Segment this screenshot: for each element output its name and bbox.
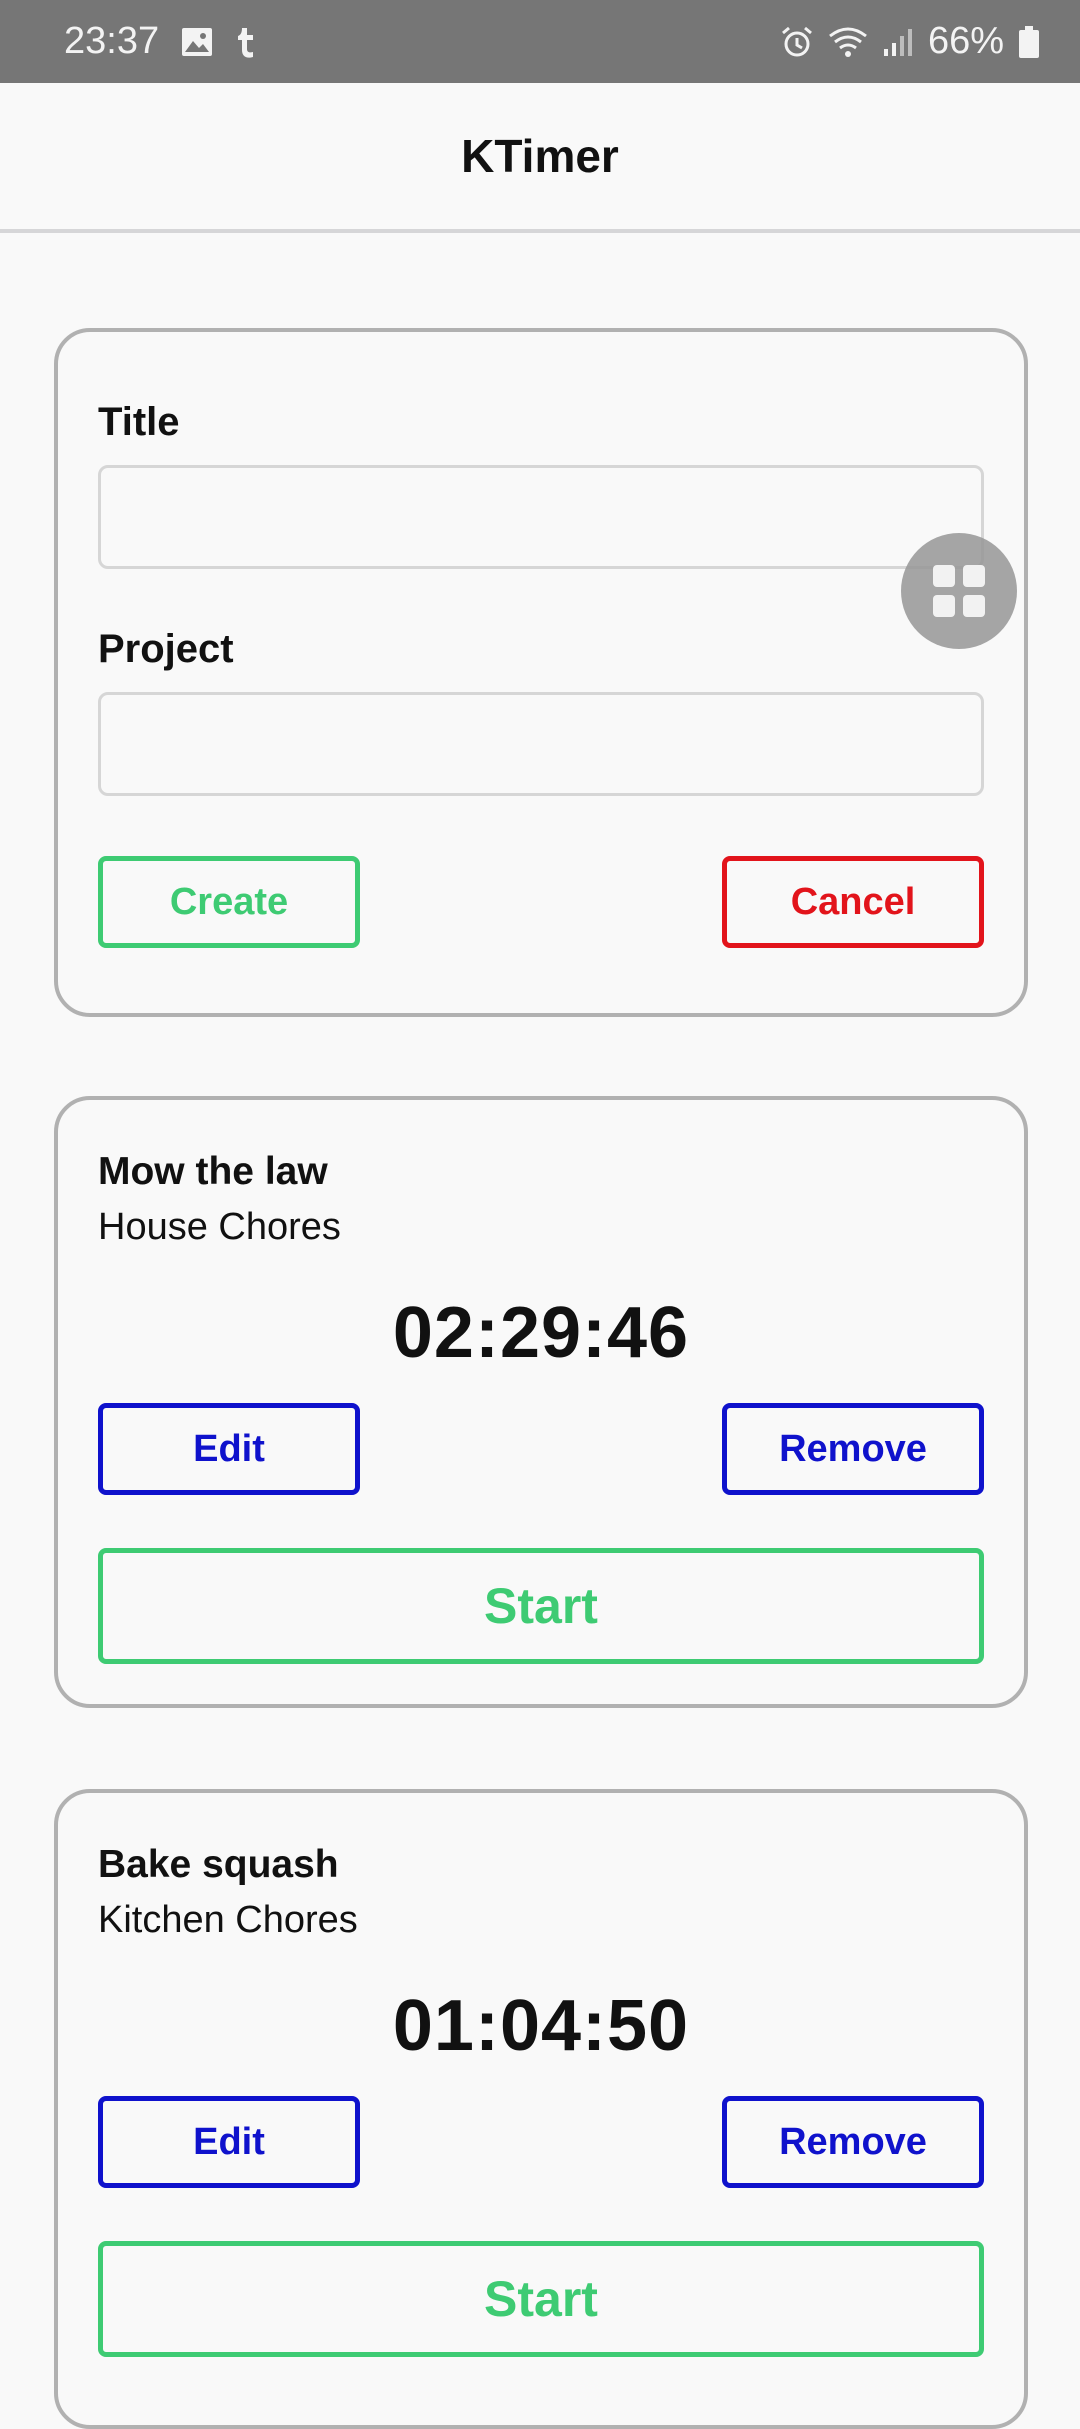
title-label: Title [98, 400, 180, 444]
timer-project: House Chores [98, 1206, 341, 1248]
timer-elapsed: 01:04:50 [392, 1986, 690, 2066]
app-title: KTimer [461, 130, 619, 182]
start-button[interactable]: Start [98, 1548, 984, 1664]
battery-icon [1018, 25, 1040, 59]
status-time: 23:37 [64, 20, 160, 62]
status-bar: 23:37 66% [0, 0, 1080, 83]
project-label: Project [98, 627, 234, 671]
battery-percent: 66% [927, 20, 1004, 62]
new-timer-form: Title Project Create Cancel [54, 328, 1028, 1017]
grid-icon [933, 565, 985, 617]
remove-button[interactable]: Remove [722, 2096, 984, 2188]
project-input[interactable] [98, 692, 984, 796]
signal-icon [882, 27, 914, 57]
timer-project: Kitchen Chores [98, 1899, 358, 1941]
image-icon [181, 27, 213, 57]
status-left: 23:37 [64, 20, 255, 63]
status-right: 66% [780, 20, 1040, 63]
wifi-icon [828, 26, 868, 58]
timer-card: Bake squash Kitchen Chores 01:04:50 Edit… [54, 1789, 1028, 2429]
edit-button[interactable]: Edit [98, 1403, 360, 1495]
floating-menu-button[interactable] [901, 533, 1017, 649]
timer-elapsed: 02:29:46 [392, 1293, 690, 1373]
title-input[interactable] [98, 465, 984, 569]
remove-button[interactable]: Remove [722, 1403, 984, 1495]
edit-button[interactable]: Edit [98, 2096, 360, 2188]
tumblr-icon [235, 26, 255, 58]
timer-title: Mow the law [98, 1150, 328, 1193]
timer-title: Bake squash [98, 1843, 339, 1886]
alarm-icon [780, 25, 814, 59]
cancel-button[interactable]: Cancel [722, 856, 984, 948]
create-button[interactable]: Create [98, 856, 360, 948]
app-bar: KTimer [0, 83, 1080, 233]
timer-card: Mow the law House Chores 02:29:46 Edit R… [54, 1096, 1028, 1708]
